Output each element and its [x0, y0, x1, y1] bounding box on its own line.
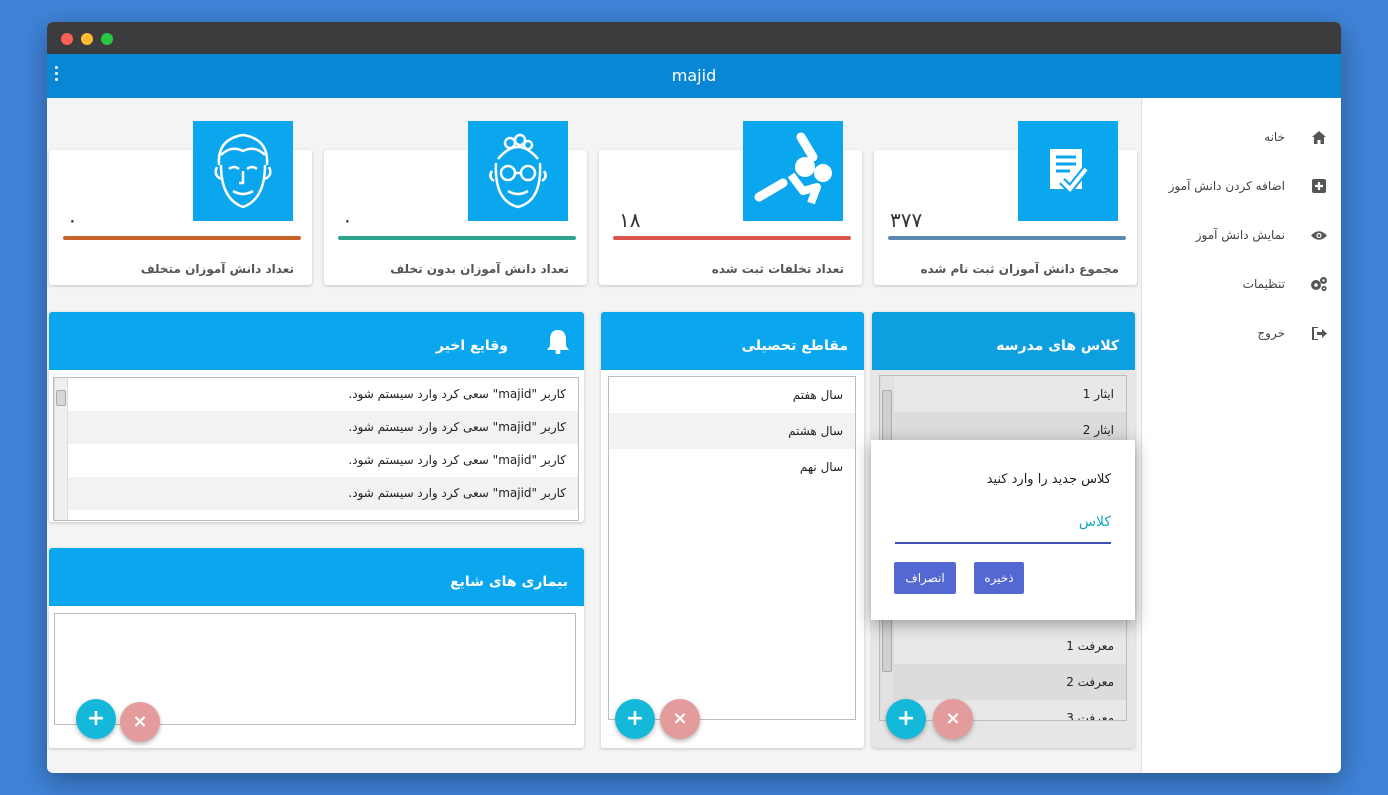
- add-disease-button[interactable]: +: [76, 699, 116, 739]
- list-item: کاربر "majid" سعی کرد وارد سیستم شود.: [348, 387, 566, 401]
- stat-bar: [888, 236, 1126, 240]
- panel-title: بیماری های شایع: [450, 574, 568, 590]
- violation-icon: [743, 121, 843, 221]
- app-title: majid: [671, 66, 717, 85]
- delete-disease-button[interactable]: ×: [120, 702, 160, 742]
- window-titlebar: [47, 22, 1341, 54]
- bell-icon: [546, 328, 570, 358]
- sidebar: خانه اضافه کردن دانش آموز نمایش دانش آمو…: [1141, 98, 1341, 773]
- stat-bar: [613, 236, 851, 240]
- delete-class-button[interactable]: ×: [933, 699, 973, 739]
- delete-grade-button[interactable]: ×: [660, 699, 700, 739]
- maximize-window-button[interactable]: [101, 33, 113, 45]
- sign-out-icon: [1309, 325, 1329, 341]
- save-button[interactable]: ذخیره: [974, 562, 1024, 594]
- sidebar-item-settings[interactable]: تنظیمات: [1243, 273, 1329, 295]
- events-scrollbar[interactable]: [54, 378, 68, 520]
- sidebar-item-label: خروج: [1257, 326, 1285, 340]
- list-item[interactable]: معرفت 2: [880, 664, 1126, 700]
- stat-label: تعداد دانش آموزان بدون تخلف: [390, 262, 569, 276]
- gears-icon: [1309, 276, 1329, 292]
- panel-title: وقایع اخیر: [435, 338, 508, 354]
- sidebar-item-label: نمایش دانش آموز: [1195, 228, 1285, 242]
- home-icon: [1309, 129, 1329, 145]
- list-item[interactable]: سال نهم: [609, 449, 855, 485]
- grades-panel: مقاطع تحصیلی سال هفتم سال هشتم سال نهم: [601, 312, 864, 748]
- panel-title: مقاطع تحصیلی: [741, 338, 848, 354]
- app-window: majid خانه اضافه کردن دانش آموز نمایش دا…: [47, 22, 1341, 773]
- sidebar-item-show-students[interactable]: نمایش دانش آموز: [1196, 224, 1329, 246]
- add-grade-button[interactable]: +: [615, 699, 655, 739]
- list-item[interactable]: سال هفتم: [609, 377, 855, 413]
- app-bar: majid: [47, 54, 1341, 98]
- new-class-dialog: کلاس جدید را وارد کنید ذخیره انصراف: [871, 440, 1135, 620]
- stat-value: ۰: [67, 208, 78, 232]
- old-man-face-icon: [468, 121, 568, 221]
- stat-value: ۰: [342, 208, 353, 232]
- cancel-button[interactable]: انصراف: [894, 562, 956, 594]
- list-item: کاربر "majid" سعی کرد وارد سیستم شود.: [54, 477, 578, 510]
- stat-bar: [338, 236, 576, 240]
- dialog-title: کلاس جدید را وارد کنید: [986, 472, 1111, 487]
- list-item[interactable]: سال هشتم: [609, 413, 855, 449]
- sidebar-item-label: خانه: [1264, 130, 1285, 144]
- sidebar-item-logout[interactable]: خروج: [1257, 322, 1329, 344]
- stat-value: ۱۸: [619, 208, 641, 232]
- man-face-icon: [193, 121, 293, 221]
- list-item[interactable]: ایثار 1: [880, 376, 1126, 412]
- events-panel: وقایع اخیر کاربر "majid" سعی کرد وارد سی…: [49, 312, 584, 522]
- stat-value: ۳۷۷: [890, 208, 923, 232]
- events-list[interactable]: کاربر "majid" سعی کرد وارد سیستم شود. کا…: [53, 377, 579, 521]
- list-item: کاربر "majid" سعی کرد وارد سیستم شود.: [348, 453, 566, 467]
- plus-square-icon: [1309, 178, 1329, 194]
- list-item: کاربر "majid" سعی کرد وارد سیستم شود.: [54, 411, 578, 444]
- stat-label: تعداد دانش آموزان متخلف: [140, 262, 294, 276]
- classes-panel-header: کلاس های مدرسه: [872, 312, 1135, 370]
- stat-label: مجموع دانش آموزان ثبت نام شده: [920, 262, 1119, 276]
- grades-list[interactable]: سال هفتم سال هشتم سال نهم: [608, 376, 856, 720]
- grades-panel-header: مقاطع تحصیلی: [601, 312, 864, 370]
- events-panel-header: وقایع اخیر: [49, 312, 584, 370]
- eye-icon: [1309, 227, 1329, 243]
- stat-bar: [63, 236, 301, 240]
- stat-label: تعداد تخلفات ثبت شده: [711, 262, 844, 276]
- panel-title: کلاس های مدرسه: [996, 338, 1119, 354]
- class-name-input[interactable]: [895, 502, 1111, 544]
- diseases-panel-header: بیماری های شایع: [49, 548, 584, 606]
- sidebar-item-label: اضافه کردن دانش آموز: [1168, 179, 1285, 193]
- list-item[interactable]: معرفت 1: [880, 628, 1126, 664]
- close-window-button[interactable]: [61, 33, 73, 45]
- registration-icon: [1018, 121, 1118, 221]
- sidebar-item-home[interactable]: خانه: [1264, 126, 1329, 148]
- minimize-window-button[interactable]: [81, 33, 93, 45]
- add-class-button[interactable]: +: [886, 699, 926, 739]
- sidebar-item-label: تنظیمات: [1242, 277, 1285, 291]
- sidebar-item-add-student[interactable]: اضافه کردن دانش آموز: [1169, 175, 1329, 197]
